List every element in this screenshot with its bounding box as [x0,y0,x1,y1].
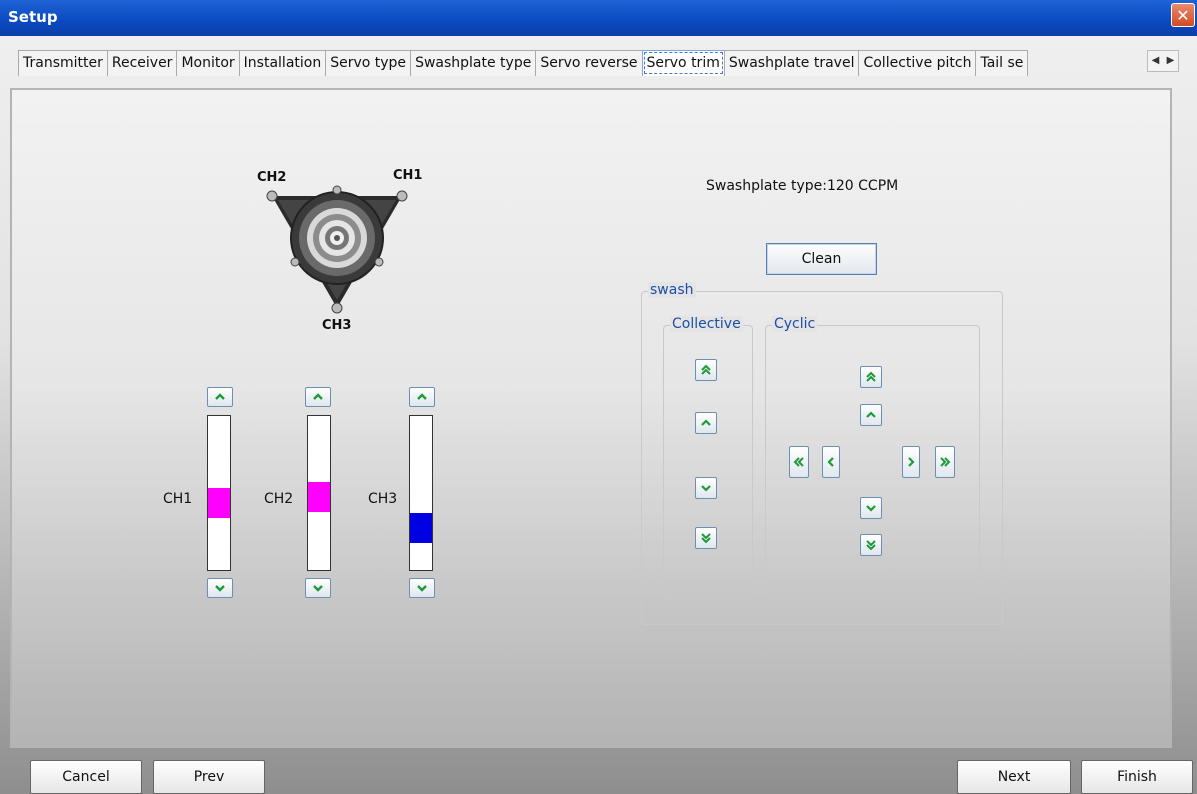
tab-scroll-right-icon[interactable]: ▶ [1163,51,1178,71]
chevron-down-icon [417,585,427,592]
tab-scroll-left-icon[interactable]: ◀ [1148,51,1163,71]
double-chevron-down-icon [866,540,876,551]
tab-monitor[interactable]: Monitor [176,50,240,76]
tab-scroll-buttons: ◀ ▶ [1147,50,1179,72]
ch2-label: CH2 [264,491,294,507]
ch1-track[interactable] [207,415,231,571]
chevron-right-icon [908,457,915,467]
cancel-button[interactable]: Cancel [30,760,142,794]
close-button[interactable]: ✕ [1171,3,1195,27]
cyclic-right-button[interactable] [902,446,920,478]
ch1-label: CH1 [163,491,193,507]
window-body: Transmitter Receiver Monitor Installatio… [0,36,1197,794]
cyclic-left-fast-button[interactable] [789,446,809,478]
ch2-track[interactable] [307,415,331,571]
chevron-down-icon [866,505,876,512]
chevron-down-icon [701,485,711,492]
ch2-thumb[interactable] [308,482,330,512]
cyclic-down-button[interactable] [860,497,882,519]
cyclic-down-fast-button[interactable] [860,534,882,556]
double-chevron-down-icon [701,533,711,544]
collective-up-button[interactable] [695,412,717,434]
diagram-label-ch2: CH2 [257,170,287,185]
close-icon: ✕ [1176,5,1190,25]
chevron-down-icon [215,585,225,592]
ch3-thumb[interactable] [410,513,432,543]
swashplate-diagram [252,160,422,340]
finish-button[interactable]: Finish [1081,760,1193,794]
ch2-up-button[interactable] [305,387,331,407]
ch2-down-button[interactable] [305,578,331,598]
cyclic-left-button[interactable] [822,446,840,478]
cyclic-up-button[interactable] [860,404,882,426]
collective-up-fast-button[interactable] [695,359,717,381]
swashplate-type-text: Swashplate type:120 CCPM [706,178,899,194]
ch3-track[interactable] [409,415,433,571]
double-chevron-up-icon [701,364,711,375]
cyclic-group-title: Cyclic [772,316,818,332]
ch3-up-button[interactable] [409,387,435,407]
tab-collective-pitch[interactable]: Collective pitch [858,50,977,76]
tab-installation[interactable]: Installation [238,50,327,76]
title-bar: Setup ✕ [0,0,1197,36]
chevron-down-icon [313,585,323,592]
tab-swashplate-travel[interactable]: Swashplate travel [723,50,860,76]
tab-receiver[interactable]: Receiver [106,50,178,76]
collective-down-fast-button[interactable] [695,527,717,549]
collective-down-button[interactable] [695,477,717,499]
tab-swashplate-type[interactable]: Swashplate type [410,50,537,76]
chevron-left-icon [827,457,834,467]
double-chevron-left-icon [793,457,804,467]
tab-strip: Transmitter Receiver Monitor Installatio… [18,50,1180,76]
tab-servo-reverse[interactable]: Servo reverse [535,50,643,76]
tab-servo-trim[interactable]: Servo trim [641,50,725,76]
tab-transmitter[interactable]: Transmitter [18,50,108,76]
prev-button[interactable]: Prev [153,760,265,794]
tab-servo-type[interactable]: Servo type [325,50,412,76]
ch1-up-button[interactable] [207,387,233,407]
next-button[interactable]: Next [957,760,1071,794]
swashplate-image [266,185,408,314]
cyclic-up-fast-button[interactable] [860,366,882,388]
ch1-thumb[interactable] [208,488,230,518]
chevron-up-icon [215,393,225,400]
chevron-up-icon [866,411,876,418]
chevron-up-icon [701,419,711,426]
swash-group-title: swash [648,282,696,298]
double-chevron-up-icon [866,371,876,382]
ch1-down-button[interactable] [207,578,233,598]
diagram-label-ch1: CH1 [393,168,423,183]
tab-tail-setup[interactable]: Tail se [975,50,1029,76]
diagram-label-ch3: CH3 [322,318,352,333]
window-title: Setup [8,8,58,26]
ch3-down-button[interactable] [409,578,435,598]
clean-button[interactable]: Clean [766,243,877,275]
double-chevron-right-icon [940,457,951,467]
cyclic-right-fast-button[interactable] [935,446,955,478]
chevron-up-icon [417,393,427,400]
ch3-label: CH3 [368,491,398,507]
collective-group-title: Collective [670,316,743,332]
chevron-up-icon [313,393,323,400]
